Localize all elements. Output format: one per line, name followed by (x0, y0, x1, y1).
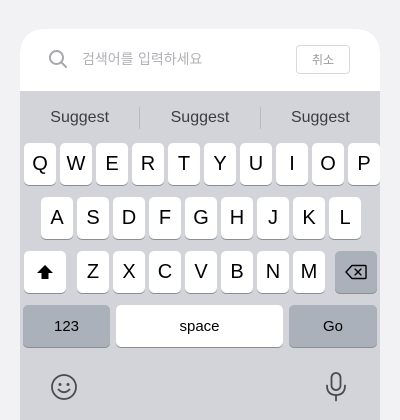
key-q[interactable]: Q (24, 143, 56, 185)
key-s[interactable]: S (77, 197, 109, 239)
key-r[interactable]: R (132, 143, 164, 185)
key-c[interactable]: C (149, 251, 181, 293)
emoji-icon[interactable] (50, 373, 78, 401)
key-n[interactable]: N (257, 251, 289, 293)
key-e[interactable]: E (96, 143, 128, 185)
key-w[interactable]: W (60, 143, 92, 185)
key-o[interactable]: O (312, 143, 344, 185)
shift-key[interactable] (24, 251, 66, 293)
key-y[interactable]: Y (204, 143, 236, 185)
suggestion-item[interactable]: Suggest (20, 109, 139, 127)
key-z[interactable]: Z (77, 251, 109, 293)
key-u[interactable]: U (240, 143, 272, 185)
key-x[interactable]: X (113, 251, 145, 293)
search-bar: 취소 (20, 29, 380, 91)
key-k[interactable]: K (293, 197, 325, 239)
backspace-icon (345, 264, 367, 280)
search-sheet: 취소 Suggest Suggest Suggest Q W E R T Y U… (20, 29, 380, 420)
key-b[interactable]: B (221, 251, 253, 293)
key-g[interactable]: G (185, 197, 217, 239)
search-icon (49, 50, 67, 68)
key-i[interactable]: I (276, 143, 308, 185)
key-d[interactable]: D (113, 197, 145, 239)
go-key[interactable]: Go (289, 305, 377, 347)
shift-icon (37, 265, 53, 279)
numbers-key[interactable]: 123 (23, 305, 110, 347)
key-j[interactable]: J (257, 197, 289, 239)
key-v[interactable]: V (185, 251, 217, 293)
key-l[interactable]: L (329, 197, 361, 239)
suggestion-item[interactable]: Suggest (140, 109, 259, 127)
cancel-button[interactable]: 취소 (296, 45, 350, 74)
suggestion-bar: Suggest Suggest Suggest (20, 103, 380, 133)
key-m[interactable]: M (293, 251, 325, 293)
key-a[interactable]: A (41, 197, 73, 239)
key-h[interactable]: H (221, 197, 253, 239)
space-key[interactable]: space (116, 305, 283, 347)
backspace-key[interactable] (335, 251, 377, 293)
suggestion-item[interactable]: Suggest (261, 109, 380, 127)
key-p[interactable]: P (348, 143, 380, 185)
key-f[interactable]: F (149, 197, 181, 239)
microphone-icon[interactable] (323, 371, 349, 403)
search-input[interactable] (82, 48, 282, 72)
key-t[interactable]: T (168, 143, 200, 185)
